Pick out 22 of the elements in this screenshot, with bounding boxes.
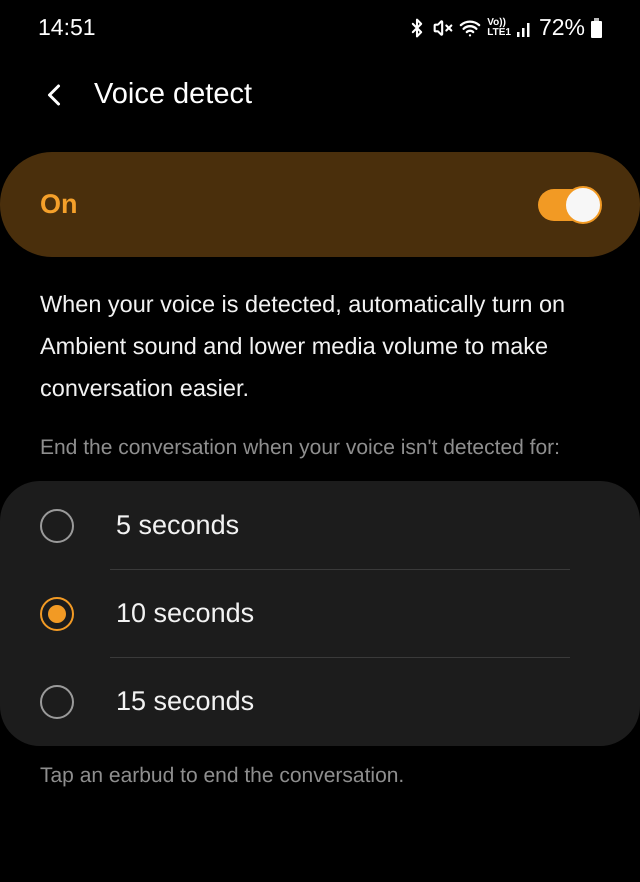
network-label: LTE1	[487, 28, 511, 38]
option-label: 10 seconds	[116, 597, 254, 630]
toggle-switch[interactable]	[538, 188, 600, 220]
description-text: When your voice is detected, automatically turn on Ambient sound and lower media volume to make conversation easier.	[39, 290, 566, 403]
master-switch-card[interactable]: On	[0, 152, 640, 257]
option-label: 15 seconds	[116, 685, 254, 718]
radio-option[interactable]: 10 seconds	[0, 570, 640, 657]
page-title: Voice detect	[94, 76, 252, 112]
radio-option[interactable]: 15 seconds	[0, 658, 640, 745]
footer-text: Tap an earbud to end the conversation.	[39, 763, 406, 789]
option-label: 5 seconds	[116, 509, 240, 542]
radio-button[interactable]	[40, 684, 74, 718]
radio-button[interactable]	[40, 508, 74, 542]
switch-label: On	[40, 188, 78, 222]
battery-percent: 72%	[538, 13, 585, 42]
radio-button[interactable]	[40, 596, 74, 630]
options-label: End the conversation when your voice isn't detected for:	[39, 435, 561, 461]
battery-icon	[591, 18, 602, 38]
status-time: 14:51	[38, 13, 96, 42]
volte-label: Vo))	[487, 18, 507, 28]
radio-option[interactable]: 5 seconds	[0, 482, 640, 569]
mute-icon	[433, 18, 454, 38]
